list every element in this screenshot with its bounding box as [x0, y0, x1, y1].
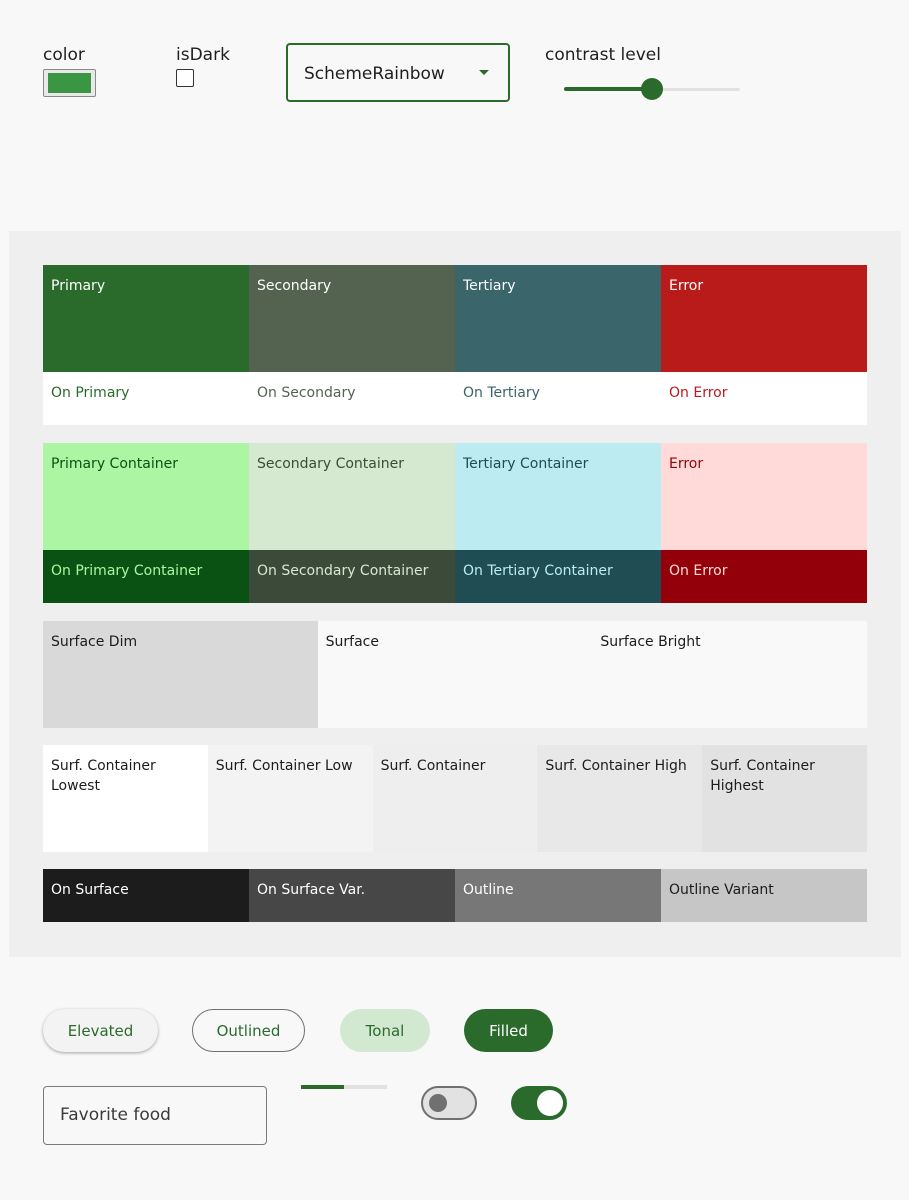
switch-knob [429, 1094, 447, 1112]
color-swatch-cell: On Error [661, 550, 867, 603]
swatch-label: Error [669, 456, 704, 472]
switch-off[interactable] [421, 1086, 477, 1120]
swatch-label: On Tertiary Container [463, 563, 613, 579]
swatch-label: On Primary [51, 385, 130, 401]
color-swatch-cell: Primary [43, 265, 249, 372]
swatch-label: On Error [669, 385, 728, 401]
accent-row: Primary Secondary Tertiary Error [43, 265, 867, 372]
swatch-label: Surface Dim [51, 634, 138, 650]
slider-thumb[interactable] [641, 78, 663, 100]
color-swatch-cell: Tertiary [455, 265, 661, 372]
color-label: color [43, 45, 85, 65]
favorite-food-placeholder: Favorite food [60, 1105, 171, 1125]
tonal-button[interactable]: Tonal [340, 1009, 430, 1052]
scheme-select[interactable]: SchemeRainbow [286, 43, 510, 102]
color-swatch-cell: Surf. Container Lowest [43, 745, 208, 852]
isdark-label: isDark [176, 45, 230, 65]
contrast-slider[interactable] [564, 78, 740, 100]
color-swatch-cell: Surf. Container [372, 745, 538, 852]
swatch-label: Secondary [257, 278, 332, 294]
container-row: Primary Container Secondary Container Tert… [43, 443, 867, 550]
swatch-label: Surf. Container Highest [710, 758, 815, 794]
swatch-label: Surf. Container [380, 758, 486, 774]
swatch-label: Surf. Container Low [215, 758, 353, 774]
color-swatch-cell: Secondary Container [249, 443, 455, 550]
color-swatch-cell: On Tertiary Container [455, 550, 661, 603]
outlined-button[interactable]: Outlined [192, 1009, 305, 1052]
swatch-label: On Error [669, 563, 728, 579]
contrast-label: contrast level [545, 45, 661, 65]
elevated-button[interactable]: Elevated [43, 1009, 158, 1052]
swatch-label: Primary [51, 278, 106, 294]
swatch-label: Outline [463, 882, 514, 898]
on-accent-row: On Primary On Secondary On Tertiary On Erro… [43, 372, 867, 425]
swatch-label: Secondary Container [257, 456, 405, 472]
color-swatch-cell: Error [661, 265, 867, 372]
scheme-select-value: SchemeRainbow [304, 64, 445, 84]
color-swatch-cell: On Surface Var. [249, 869, 455, 922]
color-swatch-cell: Surface [317, 621, 593, 728]
swatch-label: On Primary Container [51, 563, 203, 579]
swatch-label: Tertiary [463, 278, 516, 294]
color-swatch [48, 73, 91, 93]
color-scheme-panel: Primary Secondary Tertiary Error On Primary O… [9, 231, 901, 957]
swatch-label: On Secondary [257, 385, 356, 401]
outline-row: On Surface On Surface Var. Outline Outline … [43, 869, 867, 922]
color-picker[interactable] [43, 69, 96, 97]
color-swatch-cell: On Secondary [249, 372, 455, 425]
color-swatch-cell: On Secondary Container [249, 550, 455, 603]
color-swatch-cell: On Primary Container [43, 550, 249, 603]
color-swatch-cell: Tertiary Container [455, 443, 661, 550]
on-container-row: On Primary Container On Secondary Contain… [43, 550, 867, 603]
isdark-checkbox[interactable] [176, 69, 194, 87]
swatch-label: On Surface [51, 882, 129, 898]
color-swatch-cell: On Surface [43, 869, 249, 922]
color-swatch-cell: Error [661, 443, 867, 550]
favorite-food-input[interactable]: Favorite food [43, 1086, 267, 1145]
swatch-label: On Surface Var. [257, 882, 366, 898]
surface-container-row: Surf. Container Lowest Surf. Container Lo… [43, 745, 867, 852]
color-swatch-cell: Primary Container [43, 443, 249, 550]
switch-knob [537, 1090, 563, 1116]
filled-button[interactable]: Filled [464, 1009, 553, 1052]
swatch-label: Tertiary Container [463, 456, 589, 472]
color-swatch-cell: On Primary [43, 372, 249, 425]
switch-on[interactable] [511, 1086, 567, 1120]
swatch-label: Outline Variant [669, 882, 774, 898]
color-swatch-cell: Surface Dim [43, 621, 318, 728]
swatch-label: Primary Container [51, 456, 178, 472]
slider-fill [564, 87, 652, 91]
swatch-label: Surf. Container Lowest [51, 758, 156, 794]
swatch-label: On Tertiary [463, 385, 540, 401]
swatch-label: Surface Bright [600, 634, 701, 650]
color-swatch-cell: Surf. Container Highest [702, 745, 867, 852]
surface-row: Surface Dim Surface Surface Bright [43, 621, 867, 728]
color-swatch-cell: Surf. Container Low [207, 745, 373, 852]
dropdown-arrow-icon [479, 70, 489, 75]
swatch-label: Surf. Container High [545, 758, 687, 774]
color-swatch-cell: Outline [455, 869, 661, 922]
color-swatch-cell: On Error [661, 372, 867, 425]
color-swatch-cell: Secondary [249, 265, 455, 372]
progress-indicator [301, 1085, 344, 1089]
color-swatch-cell: Surf. Container High [537, 745, 703, 852]
color-swatch-cell: On Tertiary [455, 372, 661, 425]
swatch-label: On Secondary Container [257, 563, 429, 579]
swatch-label: Surface [325, 634, 379, 650]
linear-progress [301, 1085, 387, 1089]
color-swatch-cell: Surface Bright [592, 621, 867, 728]
color-swatch-cell: Outline Variant [661, 869, 867, 922]
swatch-label: Error [669, 278, 704, 294]
